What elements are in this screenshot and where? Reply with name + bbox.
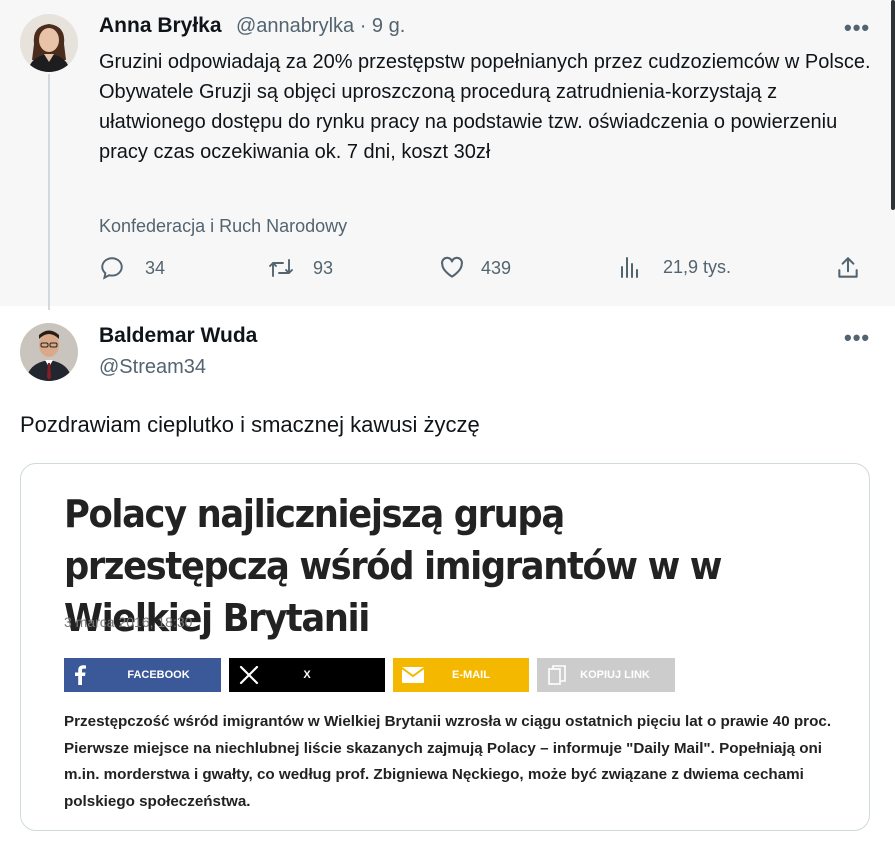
article-date: 3 marca 2016, 18:30 [64, 614, 193, 630]
views-icon [621, 257, 638, 278]
avatar-baldemar-image [20, 323, 78, 381]
thread-line [48, 74, 50, 310]
x-logo-icon [229, 665, 269, 685]
share-x-label: X [303, 669, 311, 681]
share-email-button[interactable]: E-MAIL [393, 658, 529, 692]
retweet-count: 93 [313, 257, 334, 278]
share-copy-link-button[interactable]: KOPIUJ LINK [537, 658, 675, 692]
tweet1-text: Gruzini odpowiadają za 20% przestępstw p… [99, 51, 871, 163]
reply-count: 34 [145, 257, 166, 278]
tweet2-author-name[interactable]: Baldemar Wuda [99, 324, 257, 348]
tweet1-author-name[interactable]: Anna Bryłka [99, 14, 222, 38]
avatar-anna-image [20, 14, 78, 72]
article-lead: Przestępczość wśród imigrantów w Wielkie… [64, 713, 832, 810]
tweet1-action-bar: 34 93 439 21,9 tys. [99, 255, 869, 289]
retweet-icon [269, 259, 293, 277]
copy-icon [537, 665, 577, 685]
share-facebook-label: FACEBOOK [127, 669, 190, 681]
like-count: 439 [481, 257, 512, 278]
views-count: 21,9 tys. [663, 256, 732, 277]
facebook-icon [64, 665, 96, 685]
tweet1-handle-time[interactable]: @annabrylka · 9 g. [236, 15, 405, 38]
tweet1-affiliation[interactable]: Konfederacja i Ruch Narodowy [99, 216, 347, 237]
envelope-icon [393, 667, 433, 683]
like-button[interactable]: 439 [439, 255, 511, 281]
tweet1-more-icon[interactable]: ••• [844, 15, 870, 41]
share-button[interactable] [835, 255, 861, 281]
scrollbar[interactable] [891, 0, 895, 210]
tweet2-handle[interactable]: @Stream34 [99, 356, 206, 379]
reply-button[interactable]: 34 [99, 255, 165, 281]
share-x-button[interactable]: X [229, 658, 385, 692]
share-icon [838, 257, 858, 278]
share-copy-link-label: KOPIUJ LINK [580, 669, 650, 681]
reply-icon [101, 257, 123, 280]
tweet2-more-icon[interactable]: ••• [844, 325, 870, 351]
tweet2-text: Pozdrawiam cieplutko i smacznej kawusi ż… [20, 412, 480, 437]
heart-icon [441, 256, 463, 278]
article-card[interactable]: Polacy najliczniejszą grupą przestępczą … [20, 463, 870, 831]
avatar-anna[interactable] [20, 14, 78, 72]
views-button[interactable]: 21,9 tys. [619, 255, 731, 279]
avatar-baldemar[interactable] [20, 323, 78, 381]
share-facebook-button[interactable]: FACEBOOK [64, 658, 221, 692]
share-email-label: E-MAIL [452, 669, 490, 681]
retweet-button[interactable]: 93 [267, 255, 333, 281]
